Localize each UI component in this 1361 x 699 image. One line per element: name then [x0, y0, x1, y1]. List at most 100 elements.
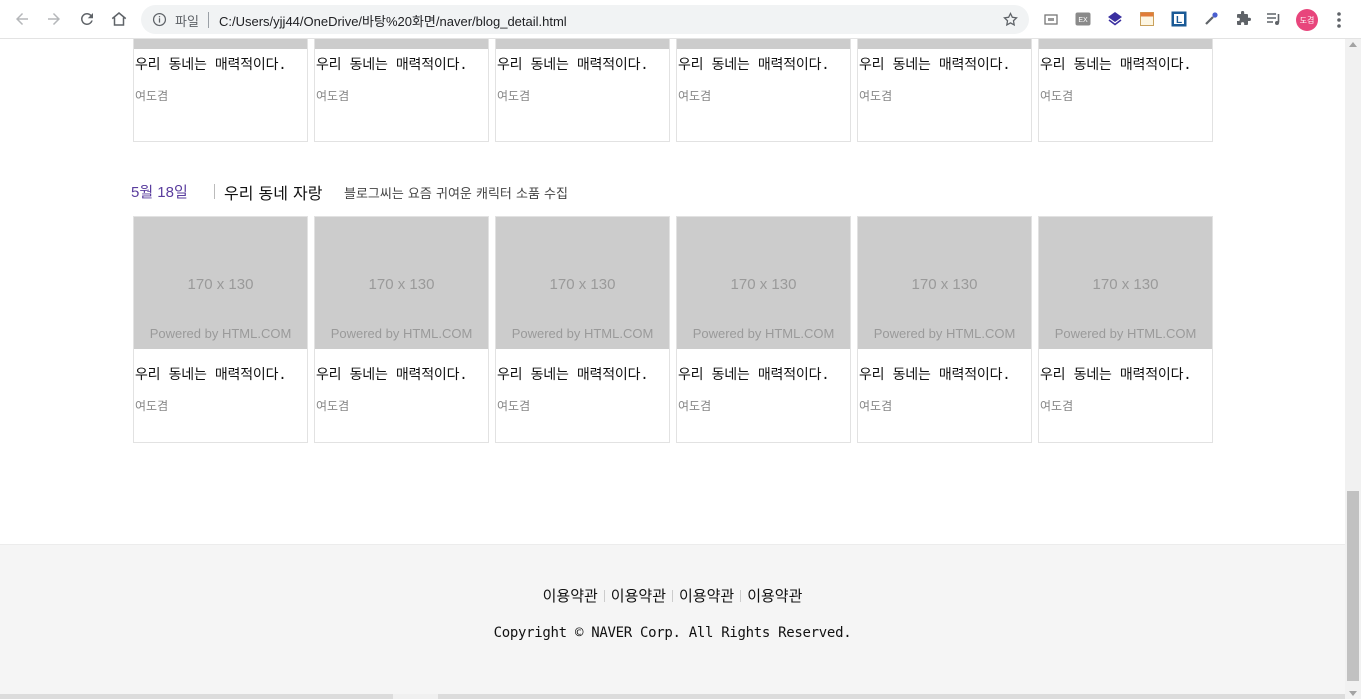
section-date: 5월 18일: [131, 184, 188, 201]
footer-link-divider: [603, 590, 605, 602]
thumbnail-credit-label: Powered by HTML.COM: [511, 326, 654, 341]
note-extension[interactable]: [1139, 11, 1155, 27]
screenshot-extension[interactable]: [1043, 11, 1059, 27]
thumbnail-credit-label: Powered by HTML.COM: [692, 326, 835, 341]
thumbnail-credit-label: Powered by HTML.COM: [1054, 326, 1197, 341]
vertical-scrollbar[interactable]: [1345, 39, 1361, 699]
extensions-button[interactable]: [1235, 11, 1251, 27]
post-title[interactable]: 우리 동네는 매력적이다.: [316, 364, 468, 384]
address-divider: [208, 12, 209, 28]
thumbnail-size-label: 170 x 130: [1092, 276, 1159, 293]
post-thumbnail[interactable]: [134, 39, 307, 49]
post-author: 여도겸: [678, 89, 712, 103]
thumbnail-size-label: 170 x 130: [730, 276, 797, 293]
post-author: 여도겸: [678, 399, 712, 413]
footer-links: 이용약관 이용약관 이용약관 이용약관: [0, 585, 1345, 606]
footer-link-terms[interactable]: 이용약관: [679, 587, 734, 605]
post-thumbnail[interactable]: 170 x 130 Powered by HTML.COM: [134, 217, 307, 349]
post-thumbnail[interactable]: [1039, 39, 1212, 49]
site-footer: 이용약관 이용약관 이용약관 이용약관 Copyright © NAVER Corp.…: [0, 544, 1345, 699]
post-thumbnail[interactable]: 170 x 130 Powered by HTML.COM: [496, 217, 669, 349]
post-card[interactable]: 170 x 130 Powered by HTML.COM 우리 동네는 매력적…: [495, 216, 670, 443]
l-extension[interactable]: L: [1171, 11, 1187, 27]
arrow-left-icon: [16, 13, 28, 25]
post-author: 여도겸: [497, 89, 531, 103]
footer-link-terms[interactable]: 이용약관: [543, 587, 598, 605]
footer-link-terms[interactable]: 이용약관: [747, 587, 802, 605]
layers-extension-icon: [1108, 12, 1122, 26]
post-title[interactable]: 우리 동네는 매력적이다.: [497, 54, 649, 74]
post-title[interactable]: 우리 동네는 매력적이다.: [678, 54, 830, 74]
playlist-icon: [1267, 13, 1280, 25]
post-author: 여도겸: [859, 399, 893, 413]
scrollbar-thumb[interactable]: [1347, 491, 1359, 681]
eyedropper-extension[interactable]: [1203, 11, 1219, 27]
layers-extension[interactable]: [1107, 11, 1123, 27]
forward-button[interactable]: [43, 8, 65, 30]
post-author: 여도겸: [859, 89, 893, 103]
post-card[interactable]: 170 x 130 Powered by HTML.COM 우리 동네는 매력적…: [676, 216, 851, 443]
post-title[interactable]: 우리 동네는 매력적이다.: [135, 364, 287, 384]
reload-button[interactable]: [76, 8, 98, 30]
url-text[interactable]: C:/Users/yjj44/OneDrive/바탕%20화면/naver/bl…: [219, 11, 567, 30]
post-author: 여도겸: [1040, 89, 1074, 103]
post-thumbnail[interactable]: [496, 39, 669, 49]
kebab-menu-icon[interactable]: [1330, 10, 1348, 30]
post-title[interactable]: 우리 동네는 매력적이다.: [859, 364, 1011, 384]
post-card[interactable]: 우리 동네는 매력적이다. 여도겸: [857, 39, 1032, 142]
section-description: 블로그씨는 요즘 귀여운 캐릭터 소품 수집: [344, 187, 568, 202]
post-title[interactable]: 우리 동네는 매력적이다.: [135, 54, 287, 74]
post-card[interactable]: 170 x 130 Powered by HTML.COM 우리 동네는 매력적…: [857, 216, 1032, 443]
post-author: 여도겸: [1040, 399, 1074, 413]
back-button[interactable]: [11, 8, 33, 30]
thumbnail-credit-label: Powered by HTML.COM: [330, 326, 473, 341]
ex-extension-icon: EX: [1075, 12, 1091, 26]
post-title[interactable]: 우리 동네는 매력적이다.: [497, 364, 649, 384]
post-title[interactable]: 우리 동네는 매력적이다.: [1040, 364, 1192, 384]
post-title[interactable]: 우리 동네는 매력적이다.: [678, 364, 830, 384]
post-card[interactable]: 170 x 130 Powered by HTML.COM 우리 동네는 매력적…: [1038, 216, 1213, 443]
post-title[interactable]: 우리 동네는 매력적이다.: [859, 54, 1011, 74]
ex-extension-label: EX: [1078, 17, 1088, 24]
blog-detail-page: 우리 동네는 매력적이다. 여도겸 우리 동네는 매력적이다. 여도겸 우리 동…: [0, 39, 1345, 699]
post-thumbnail[interactable]: 170 x 130 Powered by HTML.COM: [677, 217, 850, 349]
post-card[interactable]: 우리 동네는 매력적이다. 여도겸: [495, 39, 670, 142]
section-divider: [214, 184, 215, 199]
scroll-up-arrow-icon[interactable]: [1349, 42, 1357, 47]
post-title[interactable]: 우리 동네는 매력적이다.: [316, 54, 468, 74]
profile-avatar[interactable]: 도겸: [1296, 9, 1318, 31]
media-control-button[interactable]: [1266, 11, 1282, 27]
post-card[interactable]: 170 x 130 Powered by HTML.COM 우리 동네는 매력적…: [133, 216, 308, 443]
scroll-down-arrow-icon[interactable]: [1349, 691, 1357, 696]
home-button[interactable]: [108, 8, 130, 30]
post-title[interactable]: 우리 동네는 매력적이다.: [1040, 54, 1192, 74]
footer-link-divider: [740, 590, 742, 602]
address-bar[interactable]: 파일 C:/Users/yjj44/OneDrive/바탕%20화면/naver…: [141, 5, 1029, 34]
thumbnail-size-label: 170 x 130: [911, 276, 978, 293]
horizontal-scrollbar-thumb[interactable]: [393, 694, 438, 699]
eyedropper-extension-icon: [1205, 12, 1218, 25]
post-thumbnail[interactable]: 170 x 130 Powered by HTML.COM: [1039, 217, 1212, 349]
thumbnail-size-label: 170 x 130: [368, 276, 435, 293]
footer-link-terms[interactable]: 이용약관: [611, 587, 666, 605]
info-icon[interactable]: [152, 12, 167, 27]
ex-extension[interactable]: EX: [1075, 11, 1091, 27]
post-card[interactable]: 우리 동네는 매력적이다. 여도겸: [676, 39, 851, 142]
horizontal-scrollbar[interactable]: [0, 694, 1345, 699]
post-thumbnail[interactable]: [858, 39, 1031, 49]
l-extension-icon: L: [1171, 11, 1187, 27]
home-icon: [111, 12, 127, 26]
bookmark-star-icon[interactable]: [1002, 11, 1019, 28]
post-thumbnail[interactable]: 170 x 130 Powered by HTML.COM: [858, 217, 1031, 349]
post-card[interactable]: 우리 동네는 매력적이다. 여도겸: [314, 39, 489, 142]
post-card[interactable]: 우리 동네는 매력적이다. 여도겸: [133, 39, 308, 142]
post-thumbnail[interactable]: 170 x 130 Powered by HTML.COM: [315, 217, 488, 349]
copyright-text: Copyright © NAVER Corp. All Rights Reser…: [493, 625, 852, 641]
reload-icon: [80, 12, 93, 25]
puzzle-extensions-icon: [1237, 11, 1251, 25]
post-card[interactable]: 우리 동네는 매력적이다. 여도겸: [1038, 39, 1213, 142]
post-card[interactable]: 170 x 130 Powered by HTML.COM 우리 동네는 매력적…: [314, 216, 489, 443]
post-thumbnail[interactable]: [315, 39, 488, 49]
section-title[interactable]: 우리 동네 자랑: [224, 180, 323, 204]
post-thumbnail[interactable]: [677, 39, 850, 49]
